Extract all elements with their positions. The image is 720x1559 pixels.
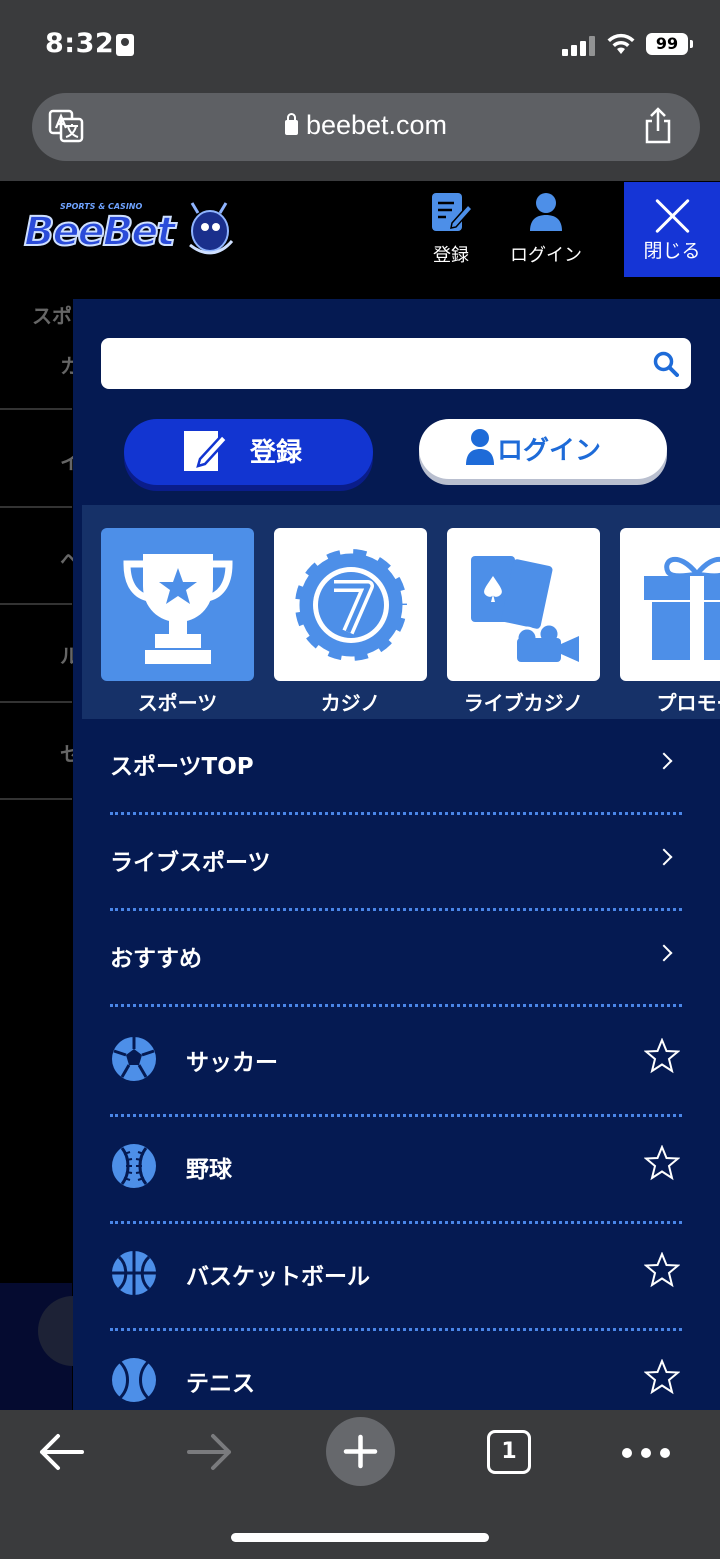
site-header: SPORTS & CASINO BeeBet 登録 ログイン 閉じる bbox=[0, 181, 720, 278]
menu-link-live-sports[interactable]: ライブスポーツ bbox=[110, 815, 682, 911]
contact-card-icon bbox=[116, 34, 134, 56]
soccer-ball-icon bbox=[112, 1037, 156, 1081]
sport-item-basketball[interactable]: バスケットボール bbox=[110, 1224, 682, 1331]
trophy-icon bbox=[122, 553, 233, 664]
category-promotion[interactable]: プロモー bbox=[620, 528, 720, 716]
close-menu-button[interactable]: 閉じる bbox=[624, 182, 720, 277]
favorite-star-icon[interactable] bbox=[644, 1359, 680, 1395]
register-icon bbox=[184, 431, 228, 471]
search-input[interactable] bbox=[113, 346, 633, 381]
menu-link-sports-top[interactable]: スポーツTOP bbox=[110, 719, 682, 815]
url-bar[interactable]: beebet.com bbox=[32, 93, 700, 161]
tennis-ball-icon bbox=[112, 1358, 156, 1402]
status-time: 8:32 bbox=[45, 28, 115, 59]
svg-text:BeeBet: BeeBet bbox=[24, 209, 177, 255]
battery-indicator: 99 bbox=[646, 33, 693, 55]
chevron-right-icon bbox=[655, 848, 673, 866]
baseball-icon bbox=[112, 1144, 156, 1188]
cellular-signal-icon bbox=[562, 36, 598, 56]
sport-item-soccer[interactable]: サッカー bbox=[110, 1010, 682, 1117]
search-icon[interactable] bbox=[653, 351, 679, 377]
category-casino[interactable]: カジノ bbox=[274, 528, 427, 716]
tab-switcher-button[interactable]: 1 bbox=[487, 1430, 531, 1474]
wifi-icon bbox=[607, 33, 635, 54]
header-register-button[interactable]: 登録 bbox=[430, 191, 472, 267]
menu-link-recommended[interactable]: おすすめ bbox=[110, 911, 682, 1007]
close-icon bbox=[653, 196, 693, 236]
back-arrow-icon[interactable] bbox=[38, 1432, 84, 1472]
register-button[interactable]: 登録 bbox=[124, 419, 373, 485]
user-icon bbox=[530, 193, 562, 231]
share-icon[interactable] bbox=[642, 107, 674, 145]
browser-bottom-toolbar: 1 bbox=[0, 1410, 720, 1559]
favorite-star-icon[interactable] bbox=[644, 1252, 680, 1288]
plus-icon bbox=[343, 1434, 378, 1469]
category-sports[interactable]: スポーツ bbox=[101, 528, 254, 716]
sport-item-baseball[interactable]: 野球 bbox=[110, 1117, 682, 1224]
chevron-right-icon bbox=[655, 752, 673, 770]
favorite-star-icon[interactable] bbox=[644, 1038, 680, 1074]
more-options-icon[interactable] bbox=[622, 1448, 670, 1458]
beebet-logo[interactable]: SPORTS & CASINO BeeBet bbox=[20, 195, 235, 263]
browser-top-chrome: 8:32 99 beebet.com bbox=[0, 0, 720, 181]
sport-item-tennis[interactable]: テニス bbox=[110, 1331, 682, 1410]
new-tab-button[interactable] bbox=[326, 1417, 395, 1486]
favorite-star-icon[interactable] bbox=[644, 1145, 680, 1181]
casino-chip-icon bbox=[291, 545, 410, 664]
forward-arrow-icon[interactable] bbox=[187, 1432, 233, 1472]
category-strip[interactable]: スポーツ カジノ ライブカジノ プロモ bbox=[82, 505, 720, 719]
category-live-casino[interactable]: ライブカジノ bbox=[447, 528, 600, 716]
lock-icon bbox=[284, 113, 298, 135]
side-menu: 登録 ログイン スポーツ カジノ ライブカジノ プロモ スポーツTOP ライブス… bbox=[73, 299, 720, 1410]
home-indicator bbox=[231, 1533, 489, 1542]
search-field[interactable] bbox=[101, 338, 691, 389]
divider bbox=[110, 1004, 682, 1007]
url-text[interactable]: beebet.com bbox=[32, 110, 700, 141]
login-button[interactable]: ログイン bbox=[419, 419, 667, 479]
chevron-right-icon bbox=[655, 944, 673, 962]
header-login-button[interactable]: ログイン bbox=[510, 191, 582, 267]
live-casino-icon bbox=[470, 555, 579, 662]
user-icon bbox=[466, 429, 494, 465]
basketball-icon bbox=[112, 1251, 156, 1295]
register-icon bbox=[432, 193, 472, 231]
gift-icon bbox=[643, 556, 720, 660]
